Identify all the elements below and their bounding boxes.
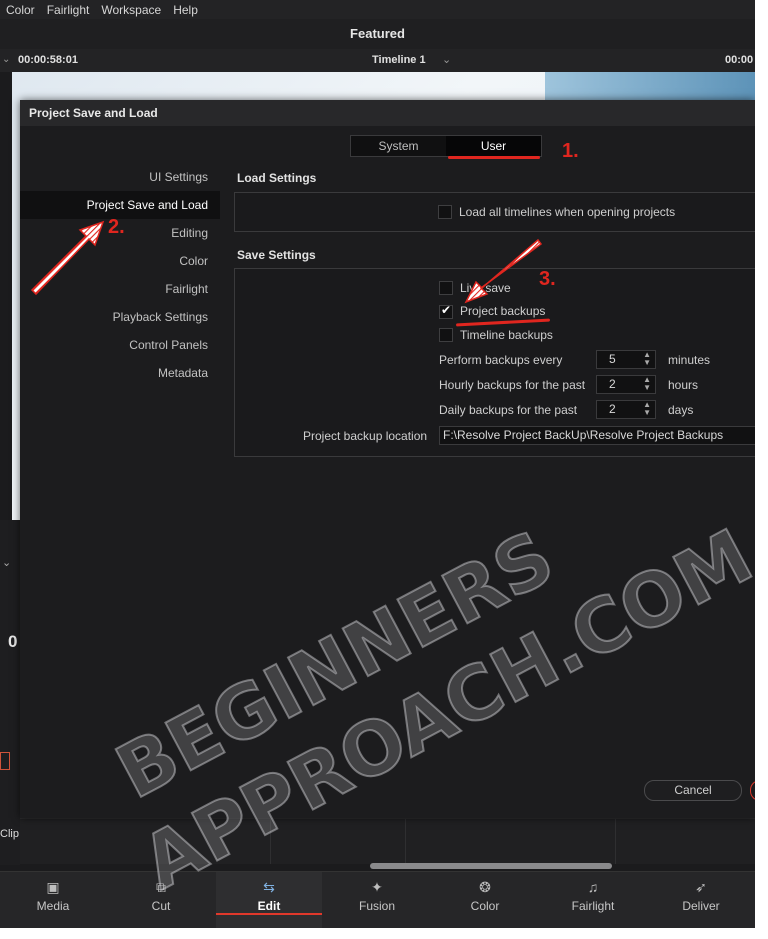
resolve-window: Color Fairlight Workspace Help Featured … — [0, 0, 755, 928]
watermark: BEGINNERS APPROACH.COM — [102, 512, 755, 907]
